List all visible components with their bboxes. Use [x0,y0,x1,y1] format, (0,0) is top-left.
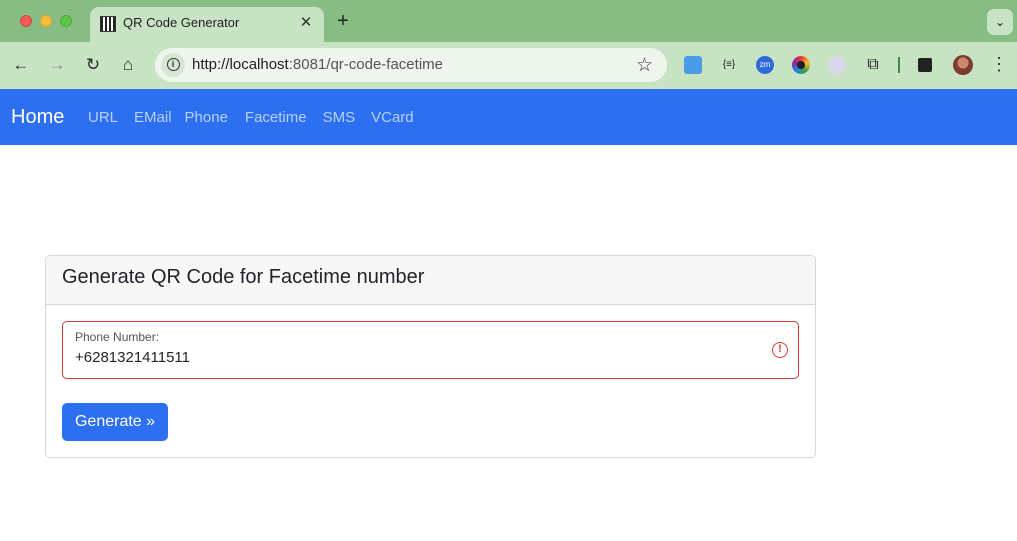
extension-json-icon[interactable]: {≡} [720,56,738,74]
qr-form-card: Generate QR Code for Facetime number Pho… [45,255,816,458]
reload-button[interactable]: ↻ [81,53,105,77]
tab-search-button[interactable]: ⌄ [987,9,1013,35]
site-navbar: Home URL EMail Phone Facetime SMS VCard [0,89,1017,145]
card-title: Generate QR Code for Facetime number [62,266,425,288]
close-tab-icon[interactable]: ✕ [298,13,314,31]
browser-toolbar: ← → ↻ ⌂ i http://localhost:8081/qr-code-… [0,42,1017,89]
home-button[interactable]: ⌂ [116,53,140,77]
extension-zoom-icon[interactable]: zm [756,56,774,74]
nav-link-vcard[interactable]: VCard [371,109,414,126]
extension-privacy-icon[interactable] [828,56,846,74]
site-info-icon[interactable]: i [161,53,185,77]
tab-title: QR Code Generator [123,15,240,30]
nav-brand-home[interactable]: Home [11,106,64,129]
phone-number-input[interactable]: +6281321411511 [75,349,190,366]
forward-button[interactable]: → [45,53,69,77]
minimize-window-button[interactable] [40,15,52,27]
error-icon: ! [772,342,788,358]
nav-link-facetime[interactable]: Facetime [245,109,307,126]
phone-number-label: Phone Number: [75,330,160,344]
card-header: Generate QR Code for Facetime number [46,256,815,305]
profile-avatar[interactable] [953,55,973,75]
nav-link-sms[interactable]: SMS [323,109,356,126]
generate-button[interactable]: Generate » [62,403,168,441]
extensions-puzzle-icon[interactable]: ⧉ [864,56,882,74]
new-tab-button[interactable]: + [334,10,352,32]
qr-favicon-icon [100,16,116,32]
browser-tab-strip: QR Code Generator ✕ + ⌄ [0,0,1017,42]
maximize-window-button[interactable] [60,15,72,27]
toolbar-divider [898,57,900,73]
bookmark-star-icon[interactable]: ☆ [636,54,653,77]
nav-links: URL EMail Phone Facetime SMS VCard [88,109,430,126]
side-panel-icon[interactable] [918,58,932,72]
back-button[interactable]: ← [9,53,33,77]
address-bar[interactable]: i http://localhost:8081/qr-code-facetime… [155,48,667,82]
browser-tab-active[interactable]: QR Code Generator ✕ [90,7,324,42]
extension-color-picker-icon[interactable] [792,56,810,74]
url-text[interactable]: http://localhost:8081/qr-code-facetime [192,56,443,73]
nav-link-email[interactable]: EMail [134,109,172,126]
phone-number-field[interactable]: Phone Number: +6281321411511 ! [62,321,799,379]
nav-link-url[interactable]: URL [88,109,118,126]
browser-menu-icon[interactable]: ⋮ [990,54,1008,75]
nav-link-phone[interactable]: Phone [185,109,228,126]
extension-window-icon[interactable] [684,56,702,74]
close-window-button[interactable] [20,15,32,27]
